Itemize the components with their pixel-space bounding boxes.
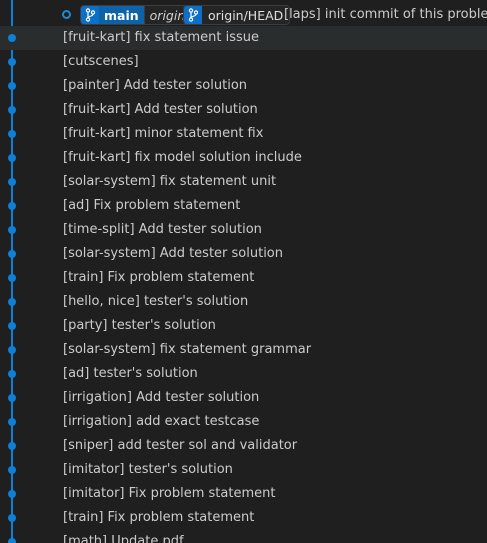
commit-node-icon [8,250,16,258]
branch-badge-main[interactable]: main origin [80,5,192,25]
commit-message: [solar-system] fix statement unit [63,174,277,189]
commit-row[interactable]: [painter] Add tester solution [0,74,487,98]
commit-row[interactable]: [fruit-kart] Add tester solution [0,98,487,122]
commit-message: [ad] tester's solution [63,366,198,381]
commit-message: [fruit-kart] fix model solution include [63,150,302,165]
commit-row[interactable]: [ad] tester's solution [0,362,487,386]
head-commit-icon [62,10,71,19]
commit-message: [ad] Fix problem statement [63,198,241,213]
commit-row[interactable]: [time-split] Add tester solution [0,218,487,242]
commit-node-icon [8,226,16,234]
commit-message: [solar-system] Add tester solution [63,246,284,261]
commit-message: [painter] Add tester solution [63,78,248,93]
commit-message: [imitator] Fix problem statement [63,486,276,501]
commit-message: [fruit-kart] minor statement fix [63,126,264,141]
commit-row[interactable]: [imitator] tester's solution [0,458,487,482]
commit-node-icon [8,298,16,306]
branch-name: main [99,6,144,24]
commit-row[interactable]: [fruit-kart] fix model solution include [0,146,487,170]
commit-node-icon [8,82,16,90]
commit-row[interactable]: [solar-system] Add tester solution [0,242,487,266]
head-commit-message: [laps] init commit of this problem [284,7,487,22]
commit-message: [sniper] add tester sol and validator [63,438,298,453]
commit-row[interactable]: [train] Fix problem statement [0,506,487,530]
commit-row[interactable]: [cutscenes] [0,50,487,74]
commit-row[interactable]: [solar-system] fix statement grammar [0,338,487,362]
commit-node-icon [8,490,16,498]
commit-node-icon [8,178,16,186]
commit-message: [irrigation] add exact testcase [63,414,260,429]
commit-node-icon [8,466,16,474]
commit-row[interactable]: [solar-system] fix statement unit [0,170,487,194]
head-commit-row[interactable]: main origin origin/HEAD [laps] init comm… [0,2,487,26]
commit-row[interactable]: [irrigation] add exact testcase [0,410,487,434]
commit-message: [fruit-kart] fix statement issue [63,30,260,45]
commit-node-icon [8,202,16,210]
commit-list: [fruit-kart] fix statement issue [cutscen… [0,26,487,543]
commit-row[interactable]: [fruit-kart] fix statement issue [0,26,487,50]
commit-node-icon [8,34,16,42]
git-branch-icon [81,6,99,24]
commit-message: [time-split] Add tester solution [63,222,262,237]
commit-message: [train] Fix problem statement [63,510,255,525]
commit-node-icon [8,394,16,402]
git-branch-icon [184,6,202,24]
commit-message: [solar-system] fix statement grammar [63,342,312,357]
commit-graph: main origin origin/HEAD [laps] init comm… [0,0,487,543]
commit-row[interactable]: [ad] Fix problem statement [0,194,487,218]
commit-node-icon [8,58,16,66]
commit-row[interactable]: [party] tester's solution [0,314,487,338]
commit-message: [train] Fix problem statement [63,270,255,285]
commit-row[interactable]: [sniper] add tester sol and validator [0,434,487,458]
commit-message: [math] Update pdf [63,534,184,543]
commit-row[interactable]: [train] Fix problem statement [0,266,487,290]
commit-node-icon [8,154,16,162]
commit-row[interactable]: [math] Update pdf [0,530,487,543]
commit-message: [irrigation] Add tester solution [63,390,260,405]
commit-message: [party] tester's solution [63,318,216,333]
commit-message: [fruit-kart] Add tester solution [63,102,258,117]
commit-node-icon [8,514,16,522]
commit-node-icon [8,106,16,114]
commit-message: [cutscenes] [63,54,139,69]
commit-node-icon [8,274,16,282]
commit-row[interactable]: [irrigation] Add tester solution [0,386,487,410]
commit-node-icon [8,346,16,354]
commit-node-icon [8,442,16,450]
commit-node-icon [8,418,16,426]
commit-node-icon [8,322,16,330]
commit-message: [hello, nice] tester's solution [63,294,249,309]
commit-node-icon [8,370,16,378]
commit-row[interactable]: [hello, nice] tester's solution [0,290,487,314]
remote-head-name: origin/HEAD [202,6,290,24]
commit-row[interactable]: [fruit-kart] minor statement fix [0,122,487,146]
commit-node-icon [8,538,16,543]
remote-head-badge[interactable]: origin/HEAD [183,5,291,25]
commit-row[interactable]: [imitator] Fix problem statement [0,482,487,506]
commit-node-icon [8,130,16,138]
commit-message: [imitator] tester's solution [63,462,233,477]
